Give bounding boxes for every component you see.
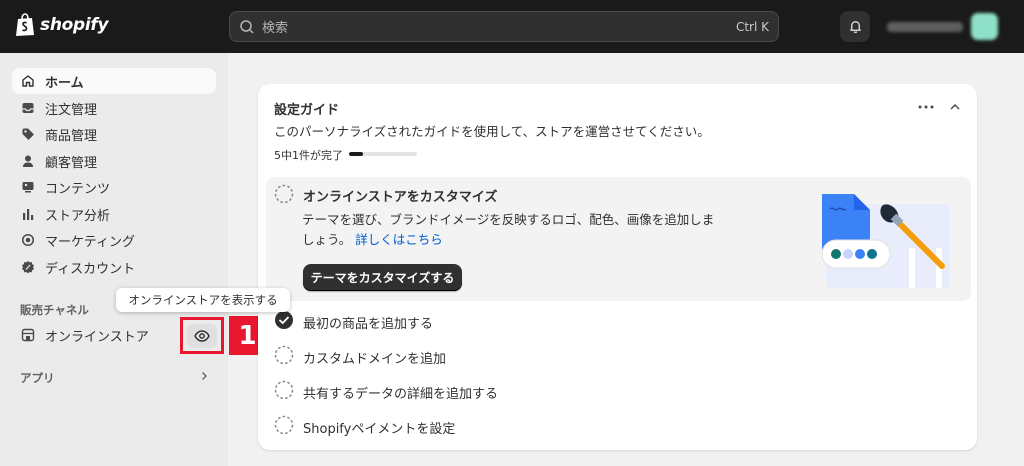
incomplete-circle-icon[interactable] xyxy=(274,380,294,400)
progress-label: 5中1件が完了 xyxy=(274,149,343,162)
brand-wordmark: shopify xyxy=(40,15,109,35)
view-store-tooltip: オンラインストアを表示する xyxy=(116,288,290,312)
sidebar-item-label: ディスカウント xyxy=(45,261,136,277)
completed-check-icon[interactable] xyxy=(274,310,294,330)
task-add-custom-domain[interactable]: カスタムドメインを追加 xyxy=(303,348,446,367)
customize-theme-button[interactable]: テーマをカスタマイズする xyxy=(303,264,462,291)
bell-icon xyxy=(849,21,861,34)
sidebar-item-home[interactable]: ホーム xyxy=(12,68,216,94)
theme-illustration xyxy=(821,194,950,288)
task-description: テーマを選び、ブランドイメージを反映するロゴ、配色、画像を追加しま しょう。 詳… xyxy=(302,210,722,250)
sidebar-item-discounts[interactable]: ディスカウント xyxy=(12,254,216,280)
content-icon xyxy=(22,182,34,193)
sidebar-item-label: コンテンツ xyxy=(45,181,111,197)
home-icon xyxy=(22,75,34,87)
incomplete-circle-icon[interactable] xyxy=(274,415,294,435)
view-online-store-button[interactable] xyxy=(187,323,217,348)
top-bar: shopify 検索 Ctrl K xyxy=(0,0,1024,53)
incomplete-circle-icon[interactable] xyxy=(274,184,294,204)
sidebar: ホーム 注文管理 商品管理 顧客管理 コンテンツ ストア分析 マーケティング デ… xyxy=(0,53,228,466)
account-menu[interactable] xyxy=(880,11,1000,42)
setup-guide-title: 設定ガイド xyxy=(274,103,340,118)
annotation-highlight-box xyxy=(180,317,224,354)
sidebar-item-online-store[interactable]: オンラインストア xyxy=(12,322,172,348)
sidebar-item-label: ストア分析 xyxy=(45,208,111,224)
person-icon xyxy=(23,155,33,167)
task-description-line2: しょう。 xyxy=(302,232,352,247)
shopify-bag-icon xyxy=(16,13,34,36)
search-shortcut: Ctrl K xyxy=(735,19,769,34)
search-icon xyxy=(240,19,254,34)
task-add-store-details[interactable]: 共有するデータの詳細を追加する xyxy=(303,383,498,402)
discount-icon xyxy=(22,261,34,274)
more-options-icon[interactable] xyxy=(917,100,935,114)
task-title: オンラインストアをカスタマイズ xyxy=(303,190,498,205)
sidebar-item-label: オンラインストア xyxy=(45,329,149,345)
sidebar-item-orders[interactable]: 注文管理 xyxy=(12,95,216,121)
task-setup-shopify-payments[interactable]: Shopifyペイメントを設定 xyxy=(303,418,455,437)
avatar xyxy=(971,13,998,40)
progress-bar-fill xyxy=(349,152,363,156)
setup-guide-description: このパーソナライズされたガイドを使用して、ストアを運営させてください。 xyxy=(274,124,710,139)
search-placeholder: 検索 xyxy=(262,21,289,36)
sidebar-item-customers[interactable]: 顧客管理 xyxy=(12,148,216,174)
search-input[interactable]: 検索 Ctrl K xyxy=(229,11,779,42)
eye-icon xyxy=(194,329,210,342)
bar-chart-icon xyxy=(23,209,34,220)
sidebar-item-label: 注文管理 xyxy=(45,102,98,118)
sidebar-item-analytics[interactable]: ストア分析 xyxy=(12,201,216,227)
notifications-button[interactable] xyxy=(840,11,870,42)
learn-more-link[interactable]: 詳しくはこちら xyxy=(355,232,443,247)
chevron-right-icon[interactable] xyxy=(198,370,210,382)
sidebar-item-label: 顧客管理 xyxy=(45,155,98,171)
apps-heading[interactable]: アプリ xyxy=(20,370,55,386)
tag-icon xyxy=(22,128,34,140)
task-customize-store[interactable]: オンラインストアをカスタマイズ テーマを選び、ブランドイメージを反映するロゴ、配… xyxy=(266,177,971,301)
sidebar-item-marketing[interactable]: マーケティング xyxy=(12,227,216,253)
setup-guide-card: 設定ガイド このパーソナライズされたガイドを使用して、ストアを運営させてください… xyxy=(258,84,977,450)
target-icon xyxy=(21,233,35,247)
sidebar-item-content[interactable]: コンテンツ xyxy=(12,174,216,200)
task-description-line1: テーマを選び、ブランドイメージを反映するロゴ、配色、画像を追加しま xyxy=(302,212,715,227)
task-add-first-product[interactable]: 最初の商品を追加する xyxy=(303,313,433,332)
sidebar-item-label: ホーム xyxy=(45,75,84,91)
sidebar-item-products[interactable]: 商品管理 xyxy=(12,121,216,147)
sidebar-item-label: マーケティング xyxy=(45,234,135,250)
incomplete-circle-icon[interactable] xyxy=(274,345,294,365)
shopify-logo[interactable]: shopify xyxy=(15,13,109,37)
store-icon xyxy=(21,328,35,342)
store-name-blurred xyxy=(887,21,963,32)
sidebar-item-label: 商品管理 xyxy=(45,128,98,144)
progress-bar xyxy=(349,152,417,156)
sales-channels-heading: 販売チャネル xyxy=(20,303,89,317)
inbox-icon xyxy=(22,103,34,113)
chevron-up-icon[interactable] xyxy=(948,100,962,114)
